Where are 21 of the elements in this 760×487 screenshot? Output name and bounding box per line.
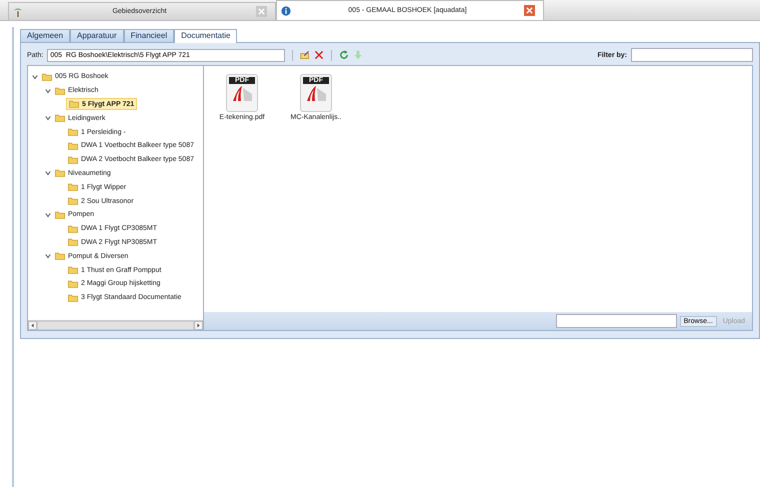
edit-folder-icon[interactable]	[300, 50, 310, 60]
tab[interactable]: Documentatie	[174, 29, 238, 43]
caret-icon[interactable]	[45, 253, 51, 260]
refresh-icon[interactable]	[339, 50, 350, 60]
info-icon	[281, 6, 291, 16]
scroll-right-icon[interactable]	[194, 321, 203, 330]
tab[interactable]: Apparatuur	[70, 29, 124, 42]
caret-icon[interactable]	[45, 88, 51, 94]
palm-tree-icon	[13, 6, 23, 16]
delete-icon[interactable]	[314, 50, 324, 60]
filter-field[interactable]	[631, 48, 753, 62]
caret-icon[interactable]	[45, 115, 51, 122]
scroll-left-icon[interactable]	[28, 321, 37, 330]
tab[interactable]: Financieel	[124, 29, 174, 42]
close-button[interactable]	[524, 5, 535, 16]
upload-file-field[interactable]	[556, 314, 677, 328]
horizontal-scrollbar[interactable]	[28, 320, 203, 330]
tab[interactable]: Algemeen	[20, 29, 70, 42]
caret-icon[interactable]	[32, 74, 38, 80]
caret-icon[interactable]	[45, 212, 51, 218]
caret-icon[interactable]	[45, 170, 51, 176]
